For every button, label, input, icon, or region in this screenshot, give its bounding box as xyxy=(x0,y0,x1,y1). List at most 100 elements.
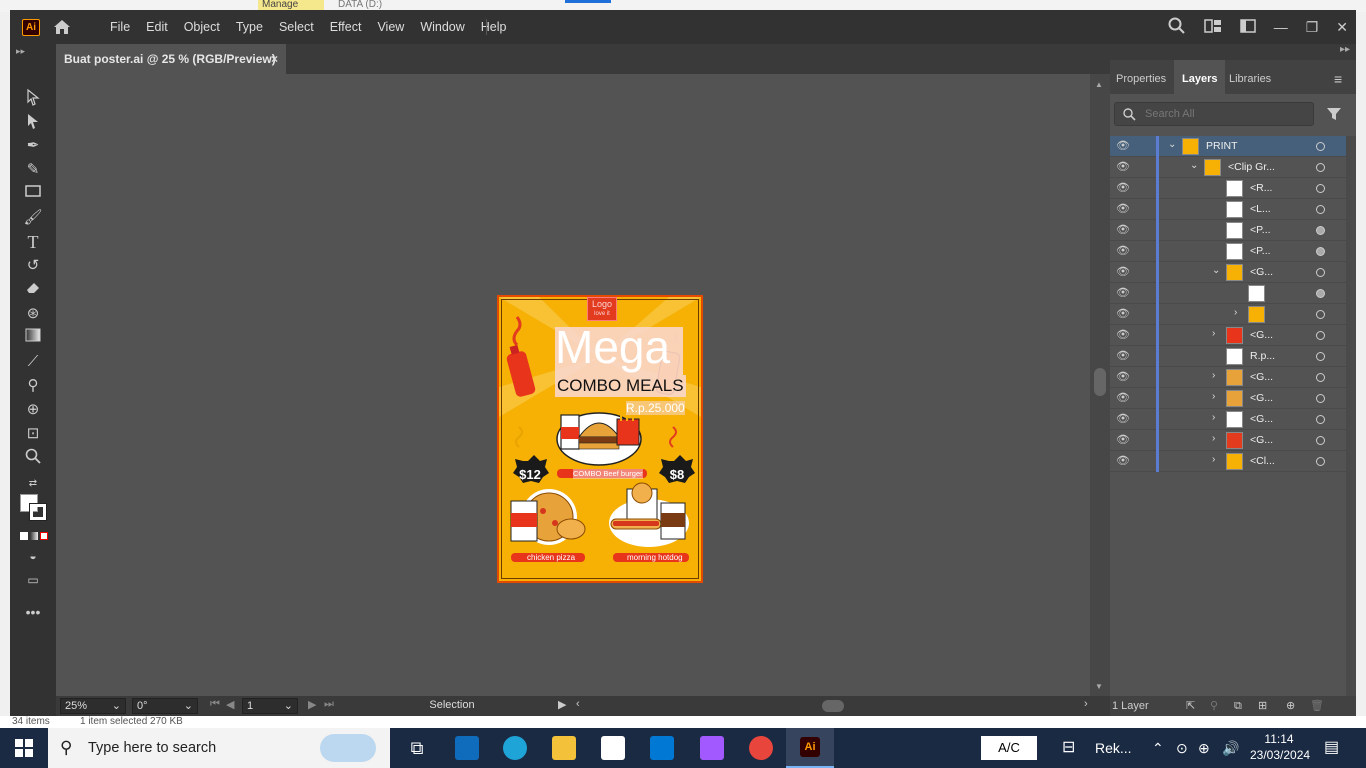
menu-edit[interactable]: Edit xyxy=(138,10,176,44)
pen-tool-icon[interactable]: ✒ xyxy=(22,136,44,156)
layer-row[interactable]: 👁 xyxy=(1110,283,1346,304)
menu-type[interactable]: Type xyxy=(228,10,271,44)
layers-scrollbar[interactable] xyxy=(1346,136,1356,696)
menu-select[interactable]: Select xyxy=(271,10,322,44)
stroke-color-swatch[interactable] xyxy=(29,503,47,521)
panel-menu-icon[interactable]: ≡ xyxy=(1334,60,1342,98)
delete-icon[interactable]: 🗑 xyxy=(1310,696,1324,716)
target-circle-icon[interactable] xyxy=(1316,289,1325,298)
target-circle-icon[interactable] xyxy=(1316,226,1325,235)
scroll-right-icon[interactable]: › xyxy=(1084,698,1088,710)
windows-start-icon[interactable] xyxy=(14,738,34,758)
artboard-tool-icon[interactable]: ⊡ xyxy=(22,424,44,444)
target-circle-icon[interactable] xyxy=(1316,352,1325,361)
eraser-tool-icon[interactable] xyxy=(22,280,44,300)
clock[interactable]: 11:14 23/03/2024 xyxy=(1250,731,1310,763)
panel-collapse-bar[interactable]: ▸▸ xyxy=(1110,44,1356,60)
chevron-down-icon[interactable]: ⌄ xyxy=(1190,160,1198,171)
layer-row[interactable]: 👁 <P... xyxy=(1110,220,1346,241)
visibility-eye-icon[interactable]: 👁 xyxy=(1116,223,1130,236)
layer-row[interactable]: 👁 R.p... xyxy=(1110,346,1346,367)
close-icon[interactable]: ✕ xyxy=(1336,19,1348,36)
visibility-eye-icon[interactable]: 👁 xyxy=(1116,160,1130,173)
notifications-icon[interactable]: ▤ xyxy=(1324,728,1339,768)
menu-window[interactable]: Window xyxy=(412,10,472,44)
blend-tool-icon[interactable]: ⚲ xyxy=(22,376,44,396)
target-circle-icon[interactable] xyxy=(1316,415,1325,424)
selection-tool-icon[interactable] xyxy=(22,88,44,108)
menu-object[interactable]: Object xyxy=(176,10,228,44)
chevron-down-icon[interactable]: ⌄ xyxy=(1168,139,1176,150)
eyedropper-tool-icon[interactable]: ⟋ xyxy=(22,352,44,372)
visibility-eye-icon[interactable]: 👁 xyxy=(1116,328,1130,341)
layer-row[interactable]: 👁 › <G... xyxy=(1110,430,1346,451)
gradient-tool-icon[interactable] xyxy=(22,328,44,348)
menu-effect[interactable]: Effect xyxy=(322,10,370,44)
tab-layers[interactable]: Layers xyxy=(1174,60,1226,98)
visibility-eye-icon[interactable]: 👁 xyxy=(1116,391,1130,404)
next-artboard-icon[interactable]: ▶ xyxy=(308,698,316,711)
new-layer-icon[interactable]: ⊕ xyxy=(1286,696,1295,716)
chevron-right-icon[interactable]: › xyxy=(1212,391,1215,402)
chevron-down-icon[interactable]: ⌄ xyxy=(1212,265,1220,276)
layer-row[interactable]: 👁 <L... xyxy=(1110,199,1346,220)
new-sublayer-icon[interactable]: ⊞ xyxy=(1258,696,1267,716)
task-view-icon[interactable]: ⧉ xyxy=(405,736,429,760)
screen-mode-icon[interactable]: ▭ xyxy=(22,570,44,590)
figma-icon[interactable] xyxy=(700,736,724,760)
collapse-tools-icon[interactable]: ▸▸ xyxy=(16,46,25,57)
vscode-icon[interactable] xyxy=(650,736,674,760)
document-tab[interactable]: Buat poster.ai @ 25 % (RGB/Preview) × xyxy=(56,44,286,74)
tab-libraries[interactable]: Libraries xyxy=(1229,60,1271,98)
minimize-icon[interactable]: — xyxy=(1274,19,1288,35)
illustrator-taskbar-button[interactable]: Ai xyxy=(786,728,834,768)
draw-mode-icon[interactable]: ◒ xyxy=(22,546,44,566)
clipping-mask-icon[interactable]: ⧉ xyxy=(1234,696,1242,716)
zoom-select[interactable]: 25% ⌄ xyxy=(60,698,126,714)
target-circle-icon[interactable] xyxy=(1316,247,1325,256)
visibility-eye-icon[interactable]: 👁 xyxy=(1116,265,1130,278)
none-mode-icon[interactable] xyxy=(40,532,48,540)
chevron-up-icon[interactable]: ⌃ xyxy=(1152,728,1164,768)
horizontal-scroll-thumb[interactable] xyxy=(822,700,844,712)
search-icon[interactable] xyxy=(1168,17,1186,38)
layer-row[interactable]: 👁 ⌄ <Clip Gr... xyxy=(1110,157,1346,178)
export-icon[interactable]: ⇱ xyxy=(1186,696,1195,716)
layer-row[interactable]: 👁 ⌄ PRINT xyxy=(1110,136,1346,157)
poster-artboard[interactable]: Logo love it Mega COMBO MEALS R.p.25.000… xyxy=(497,295,703,583)
visibility-eye-icon[interactable]: 👁 xyxy=(1116,433,1130,446)
visibility-eye-icon[interactable]: 👁 xyxy=(1116,202,1130,215)
target-circle-icon[interactable] xyxy=(1316,310,1325,319)
layers-search-input[interactable]: Search All xyxy=(1114,102,1314,126)
locate-object-icon[interactable]: ⚲ xyxy=(1210,696,1218,716)
rotation-select[interactable]: 0° ⌄ xyxy=(132,698,198,714)
layer-row[interactable]: 👁 <P... xyxy=(1110,241,1346,262)
tab-properties[interactable]: Properties xyxy=(1116,60,1166,98)
target-circle-icon[interactable] xyxy=(1316,373,1325,382)
gradient-mode-icon[interactable] xyxy=(30,532,38,540)
rotate-tool-icon[interactable]: ↺ xyxy=(22,256,44,276)
recording-icon[interactable]: ⊟ xyxy=(1062,728,1075,768)
visibility-eye-icon[interactable]: 👁 xyxy=(1116,307,1130,320)
visibility-eye-icon[interactable]: 👁 xyxy=(1116,349,1130,362)
color-mode-icon[interactable] xyxy=(20,532,28,540)
target-circle-icon[interactable] xyxy=(1316,436,1325,445)
chevron-right-icon[interactable]: › xyxy=(1234,307,1237,318)
vertical-scrollbar[interactable]: ▲ ▼ xyxy=(1090,74,1110,696)
workspace-switcher-icon[interactable] xyxy=(1239,18,1256,36)
store-icon[interactable] xyxy=(601,736,625,760)
chevron-right-icon[interactable]: › xyxy=(1212,454,1215,465)
first-artboard-icon[interactable]: ⏮ xyxy=(210,698,220,711)
arrange-documents-icon[interactable] xyxy=(1203,18,1222,36)
scroll-down-icon[interactable]: ▼ xyxy=(1095,682,1103,691)
edge-icon[interactable] xyxy=(503,736,527,760)
chrome-icon[interactable] xyxy=(749,736,773,760)
visibility-eye-icon[interactable]: 👁 xyxy=(1116,412,1130,425)
network-icon[interactable]: ⊕ xyxy=(1198,728,1210,768)
target-circle-icon[interactable] xyxy=(1316,163,1325,172)
symbol-sprayer-tool-icon[interactable]: ⊕ xyxy=(22,400,44,420)
layer-row[interactable]: 👁 › <G... xyxy=(1110,409,1346,430)
layer-row[interactable]: 👁 › <Cl... xyxy=(1110,451,1346,472)
target-circle-icon[interactable] xyxy=(1316,394,1325,403)
target-circle-icon[interactable] xyxy=(1316,457,1325,466)
